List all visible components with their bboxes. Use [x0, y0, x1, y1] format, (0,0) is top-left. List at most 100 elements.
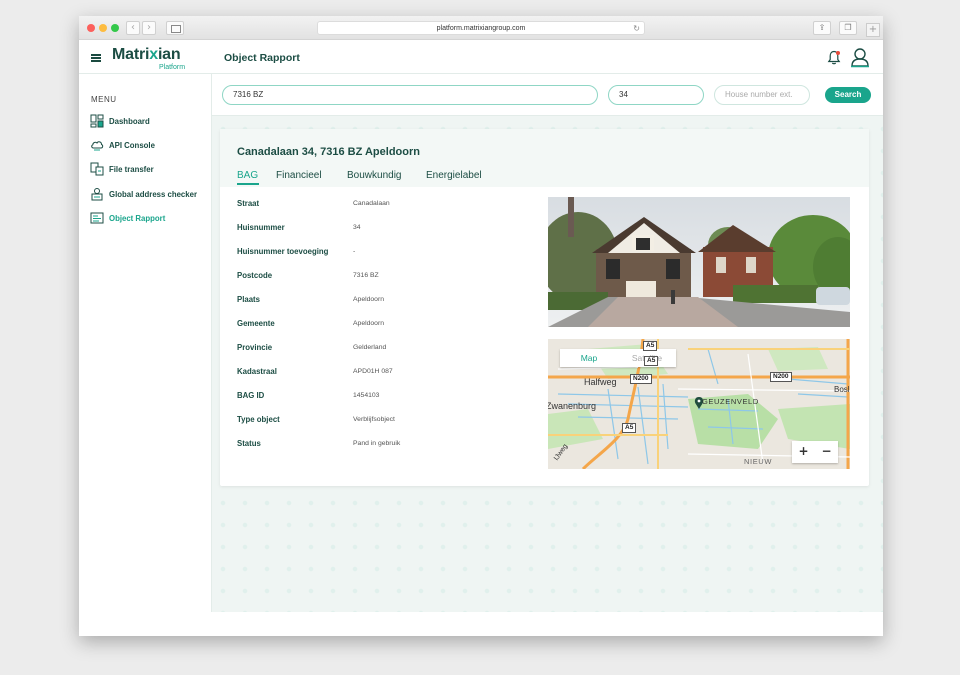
field-value: Gelderland	[353, 344, 387, 351]
field-label: Postcode	[237, 271, 273, 280]
field-value: Verblijfsobject	[353, 416, 395, 423]
dashboard-icon	[90, 114, 104, 128]
browser-window: ‹ › platform.matrixiangroup.com ↻ ⇪ ❐ + …	[79, 16, 883, 636]
report-header: Canadalaan 34, 7316 BZ Apeldoorn BAG Fin…	[220, 129, 869, 187]
browser-toolbar: ‹ › platform.matrixiangroup.com ↻ ⇪ ❐ +	[79, 16, 883, 40]
road-shield-a5: A5	[622, 423, 637, 433]
field-value: APD01H 087	[353, 368, 393, 375]
field-label: Status	[237, 439, 261, 448]
bell-icon[interactable]	[827, 50, 841, 66]
house-number-input[interactable]: 34	[608, 85, 704, 105]
field-label: Kadastraal	[237, 367, 277, 376]
address-bar[interactable]: platform.matrixiangroup.com ↻	[317, 21, 645, 35]
map-zoom-control: + −	[792, 441, 838, 463]
logo-text-b: ian	[157, 46, 181, 63]
field-label: Type object	[237, 415, 280, 424]
field-label: Straat	[237, 199, 260, 208]
reload-icon[interactable]: ↻	[633, 22, 640, 35]
object-report-card: Canadalaan 34, 7316 BZ Apeldoorn BAG Fin…	[220, 129, 869, 486]
sidebar-item-dashboard[interactable]: Dashboard	[90, 113, 210, 129]
maximize-window-button[interactable]	[111, 24, 119, 32]
zoom-out-button[interactable]: −	[815, 441, 838, 463]
user-avatar-icon[interactable]	[849, 46, 871, 68]
field-row-status: Status Pand in gebruik	[237, 439, 537, 453]
show-tabs-button[interactable]: ❐	[839, 21, 857, 35]
field-value: Canadalaan	[353, 200, 390, 207]
road-shield-a5: A5	[644, 356, 659, 366]
sidebar: MENU Dashboard API Console File transfer…	[79, 74, 212, 612]
field-row-postcode: Postcode 7316 BZ	[237, 271, 537, 285]
field-label: Plaats	[237, 295, 260, 304]
street-view-photo	[548, 197, 850, 327]
logo-text-x: x	[149, 46, 158, 63]
field-value: Pand in gebruik	[353, 440, 401, 447]
sidebar-item-file-transfer[interactable]: File transfer	[90, 161, 210, 177]
field-row-straat: Straat Canadalaan	[237, 199, 537, 213]
page-title: Object Rapport	[224, 52, 300, 64]
field-label: Gemeente	[237, 319, 275, 328]
map-label-nieuw: NIEUW	[744, 457, 772, 466]
field-row-huisnummer-toevoeging: Huisnummer toevoeging -	[237, 247, 537, 261]
tab-financieel[interactable]: Financieel	[276, 170, 322, 181]
zoom-in-button[interactable]: +	[792, 441, 815, 463]
map-label-halfweg: Halfweg	[584, 377, 617, 387]
main-content: 7316 BZ 34 House number ext. Search Cana…	[212, 74, 883, 612]
map-type-toggle: Map Satellite	[560, 349, 676, 367]
search-bar: 7316 BZ 34 House number ext. Search	[212, 74, 883, 116]
sidebar-item-object-rapport[interactable]: Object Rapport	[90, 210, 210, 226]
sidebar-item-api-console[interactable]: API Console	[90, 137, 210, 153]
field-row-bag-id: BAG ID 1454103	[237, 391, 537, 405]
field-value: 7316 BZ	[353, 272, 379, 279]
field-value: 1454103	[353, 392, 380, 399]
field-value: -	[353, 248, 356, 255]
address-checker-icon	[91, 188, 103, 201]
hamburger-menu-icon[interactable]	[91, 54, 101, 62]
matrixian-logo[interactable]: Matrixian Platform	[112, 46, 185, 71]
road-shield-a5: A5	[643, 341, 658, 351]
sidebar-item-label: API Console	[109, 140, 155, 150]
map-type-map-button[interactable]: Map	[560, 349, 618, 367]
field-value: Apeldoorn	[353, 320, 384, 327]
address-title: Canadalaan 34, 7316 BZ Apeldoorn	[237, 146, 420, 158]
sidebar-item-label: Dashboard	[109, 116, 150, 126]
map-label-geuzenveld: GEUZENVELD	[702, 397, 759, 406]
field-value: Apeldoorn	[353, 296, 384, 303]
field-row-huisnummer: Huisnummer 34	[237, 223, 537, 237]
field-row-gemeente: Gemeente Apeldoorn	[237, 319, 537, 333]
tab-energielabel[interactable]: Energielabel	[426, 170, 482, 181]
postcode-input[interactable]: 7316 BZ	[222, 85, 598, 105]
field-label: BAG ID	[237, 391, 265, 400]
field-row-type-object: Type object Verblijfsobject	[237, 415, 537, 429]
forward-button[interactable]: ›	[142, 21, 156, 35]
field-label: Huisnummer	[237, 223, 285, 232]
new-tab-button[interactable]: +	[866, 23, 880, 37]
tab-bag[interactable]: BAG	[237, 170, 258, 181]
field-value: 34	[353, 224, 361, 231]
close-window-button[interactable]	[87, 24, 95, 32]
road-shield-n200: N200	[630, 374, 652, 384]
field-label: Huisnummer toevoeging	[237, 247, 329, 256]
field-row-provincie: Provincie Gelderland	[237, 343, 537, 357]
app-header: Matrixian Platform Object Rapport	[79, 40, 883, 74]
field-label: Provincie	[237, 343, 273, 352]
logo-subtitle: Platform	[159, 64, 186, 71]
house-number-ext-input[interactable]: House number ext.	[714, 85, 810, 105]
road-shield-n200: N200	[770, 372, 792, 382]
field-row-kadastraal: Kadastraal APD01H 087	[237, 367, 537, 381]
back-button[interactable]: ‹	[126, 21, 140, 35]
sidebar-item-label: Object Rapport	[109, 213, 166, 223]
browser-sidebar-toggle[interactable]	[166, 21, 184, 35]
active-tab-indicator	[237, 183, 259, 185]
report-icon	[90, 212, 104, 224]
sidebar-item-label: File transfer	[109, 164, 154, 174]
search-button[interactable]: Search	[825, 87, 871, 103]
share-button[interactable]: ⇪	[813, 21, 831, 35]
sidebar-item-global-address-checker[interactable]: Global address checker	[90, 186, 210, 202]
cloud-icon	[91, 141, 104, 151]
menu-heading: MENU	[91, 95, 117, 104]
tab-bouwkundig[interactable]: Bouwkundig	[347, 170, 401, 181]
minimize-window-button[interactable]	[99, 24, 107, 32]
file-transfer-icon	[90, 162, 104, 176]
sidebar-item-label: Global address checker	[109, 189, 197, 199]
location-map[interactable]: Map Satellite Halfweg Zwanenburg GEUZENV…	[548, 339, 850, 469]
